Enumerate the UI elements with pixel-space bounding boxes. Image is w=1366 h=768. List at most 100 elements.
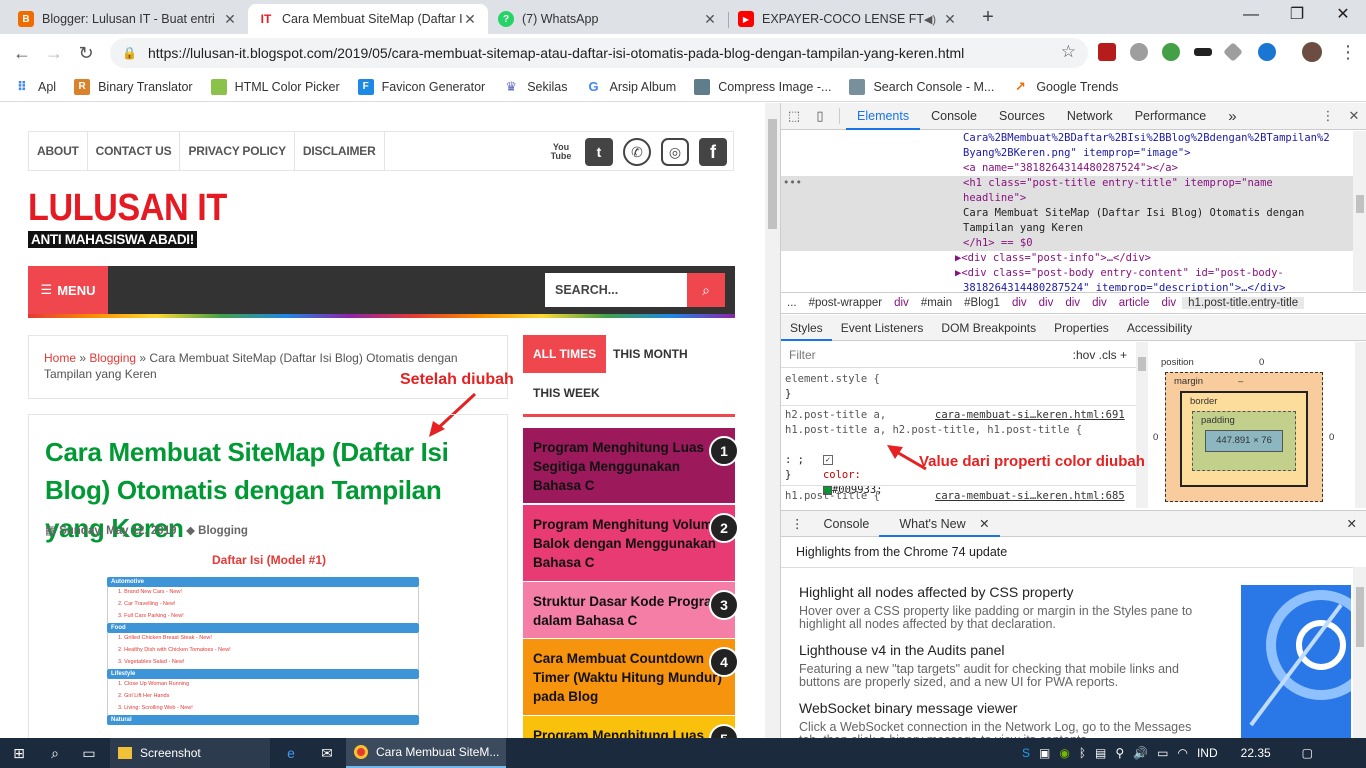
back-button[interactable]: ← [8, 40, 36, 66]
minimize-button[interactable]: — [1228, 0, 1274, 32]
tab-accessibility[interactable]: Accessibility [1118, 315, 1201, 341]
skype-icon[interactable]: S [1022, 746, 1030, 760]
crumb[interactable]: div [1033, 297, 1060, 309]
facebook-icon[interactable]: f [699, 138, 727, 166]
close-window-button[interactable]: ✕ [1320, 0, 1366, 32]
news-item[interactable]: WebSocket binary message viewer Click a … [799, 700, 1199, 739]
element-style-rule[interactable]: element.style { [785, 372, 1140, 387]
nav-contact-us[interactable]: CONTACT US [88, 131, 181, 171]
bluetooth-icon[interactable]: ᛒ [1079, 746, 1086, 760]
news-item[interactable]: Lighthouse v4 in the Audits panel Featur… [799, 642, 1199, 689]
dom-scrollbar[interactable] [1353, 131, 1366, 291]
at-extension-icon[interactable] [1258, 43, 1276, 61]
reload-button[interactable]: ↻ [72, 40, 100, 66]
dom-line[interactable]: 3818264314480287524" itemprop="descripti… [963, 281, 1353, 291]
tab-youtube[interactable]: ▶ EXPAYER-COCO LENSE FT M ◀) ✕ [728, 4, 968, 34]
chrome-menu-icon[interactable]: ⋮ [1338, 42, 1358, 63]
maximize-button[interactable]: ❐ [1274, 0, 1320, 32]
tab-blogger[interactable]: B Blogger: Lulusan IT - Buat entri ✕ [8, 4, 248, 34]
bookmark-favicon-generator[interactable]: F Favicon Generator [357, 78, 485, 95]
drawer-tab-console[interactable]: Console [814, 511, 880, 537]
nvidia-icon[interactable]: ◉ [1059, 746, 1069, 760]
breadcrumb-home[interactable]: Home [44, 351, 76, 365]
crumb[interactable]: article [1113, 297, 1156, 309]
crumb[interactable]: #post-wrapper [803, 297, 889, 309]
inspect-element-icon[interactable]: ⬚ [781, 103, 807, 130]
close-tab-icon[interactable]: ✕ [222, 11, 238, 28]
box-content[interactable]: 447.891 × 76 [1205, 430, 1283, 452]
scrollbar-thumb[interactable] [1138, 357, 1146, 371]
drawer-tab-whats-new[interactable]: What's New ✕ [879, 511, 1000, 537]
nav-privacy-policy[interactable]: PRIVACY POLICY [180, 131, 295, 171]
box-margin[interactable]: margin – border padding 447.891 × 76 [1165, 372, 1323, 502]
rule-selector[interactable]: h1.post-title {cara-membuat-si…keren.htm… [785, 489, 1140, 504]
nav-disclaimer[interactable]: DISCLAIMER [295, 131, 385, 171]
popular-post-5[interactable]: Program Menghitung Luas 5 [523, 716, 739, 738]
crumb[interactable]: ... [781, 297, 803, 309]
language-indicator[interactable]: IND [1197, 746, 1218, 760]
forward-button[interactable]: → [40, 40, 68, 66]
close-tab-icon[interactable]: ✕ [462, 11, 478, 28]
box-model-scrollbar[interactable] [1355, 342, 1366, 508]
wifi-icon[interactable]: ◠ [1177, 746, 1187, 760]
tab-all-times[interactable]: ALL TIMES [523, 335, 607, 373]
dom-line[interactable]: Byang%2BKeren.png" itemprop="image"> [963, 146, 1353, 161]
task-view-icon[interactable]: ▭ [72, 738, 106, 768]
bookmark-compress-image[interactable]: Compress Image -... [694, 78, 831, 95]
tab-styles[interactable]: Styles [781, 315, 832, 341]
bookmark-star-icon[interactable]: ☆ [1061, 42, 1076, 62]
edge-icon[interactable]: e [274, 738, 308, 768]
usb-icon[interactable]: ⚲ [1115, 746, 1124, 760]
page-scrollbar[interactable] [765, 103, 780, 738]
app-tray-icon[interactable]: ▣ [1039, 746, 1050, 760]
taskbar-app-chrome[interactable]: Cara Membuat SiteM... [346, 738, 506, 768]
scrollbar-thumb[interactable] [1356, 587, 1364, 647]
close-devtools-icon[interactable]: ✕ [1341, 103, 1366, 130]
lock-icon[interactable]: 🔒 [122, 46, 138, 60]
bookmark-sekilas[interactable]: ♛ Sekilas [503, 79, 567, 95]
dom-line[interactable]: ▶<div class="post-body entry-content" id… [955, 266, 1353, 281]
tab-whatsapp[interactable]: ? (7) WhatsApp ✕ [488, 4, 728, 34]
popular-post-4[interactable]: Cara Membuat Countdown Timer (Waktu Hitu… [523, 639, 739, 715]
globe-extension-icon[interactable] [1130, 43, 1148, 61]
volume-icon[interactable]: 🔊 [1133, 746, 1148, 760]
breadcrumb-category[interactable]: Blogging [89, 351, 136, 365]
crumb-current[interactable]: h1.post-title.entry-title [1182, 297, 1305, 309]
rule-source-link[interactable]: cara-membuat-si…keren.html:685 [935, 489, 1125, 504]
tab-properties[interactable]: Properties [1045, 315, 1118, 341]
tab-console[interactable]: Console [920, 103, 988, 130]
tab-event-listeners[interactable]: Event Listeners [832, 315, 933, 341]
pdf-extension-icon[interactable] [1098, 43, 1116, 61]
twitter-icon[interactable]: t [585, 138, 613, 166]
instagram-icon[interactable]: ◎ [661, 138, 689, 166]
youtube-icon[interactable]: You Tube [547, 138, 575, 166]
crumb[interactable]: div [888, 297, 915, 309]
popular-post-1[interactable]: Program Menghitung Luas Segitiga Menggun… [523, 428, 739, 503]
menu-button[interactable]: ☰ MENU [28, 266, 108, 314]
speaker-icon[interactable]: ◀) [924, 13, 936, 26]
dom-line[interactable]: <h1 class="post-title entry-title" itemp… [963, 176, 1353, 191]
tab-performance[interactable]: Performance [1124, 103, 1218, 130]
whatsapp-icon[interactable]: ✆ [623, 138, 651, 166]
styles-scrollbar[interactable] [1136, 342, 1148, 508]
crumb[interactable]: div [1059, 297, 1086, 309]
profile-avatar[interactable] [1302, 42, 1322, 62]
tab-dom-breakpoints[interactable]: DOM Breakpoints [932, 315, 1045, 341]
search-button[interactable]: ⌕ [687, 273, 725, 307]
rule-selector[interactable]: h1.post-title a, h2.post-title, h1.post-… [785, 423, 1140, 438]
scrollbar-thumb[interactable] [1356, 195, 1364, 213]
dom-line[interactable]: Cara%2BMembuat%2BDaftar%2BIsi%2BBlog%2Bd… [963, 131, 1353, 146]
search-input[interactable]: SEARCH... [545, 273, 687, 307]
vpn-extension-icon[interactable] [1162, 43, 1180, 61]
nav-about[interactable]: ABOUT [29, 131, 88, 171]
address-bar[interactable]: 🔒 https://lulusan-it.blogspot.com/2019/0… [110, 38, 1088, 68]
scrollbar-thumb[interactable] [768, 119, 777, 229]
close-drawer-icon[interactable]: ✕ [1337, 511, 1366, 537]
bookmark-apl[interactable]: ⠿ Apl [14, 79, 56, 95]
notifications-icon[interactable]: ▢ [1302, 746, 1313, 760]
close-tab-icon[interactable]: ✕ [702, 11, 718, 28]
new-tab-button[interactable]: + [976, 6, 1000, 30]
devtools-menu-icon[interactable]: ⋮ [1315, 103, 1341, 130]
rule-selector[interactable]: h2.post-title a, cara-membuat-si…keren.ht… [785, 408, 1140, 423]
bookmark-search-console[interactable]: Search Console - M... [849, 78, 994, 95]
